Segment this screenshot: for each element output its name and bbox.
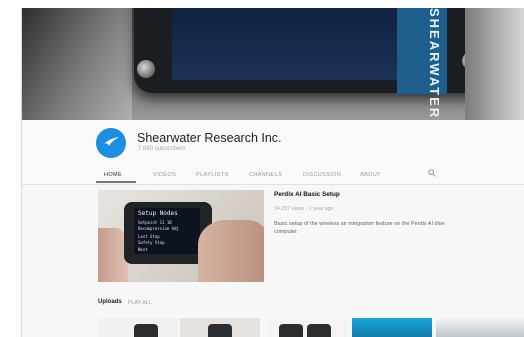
featured-video-description: Basic setup of the wireless air integrat… [274,221,445,235]
banner-screw-left [137,60,155,78]
upload-thumbnail[interactable] [436,318,524,337]
upload-thumbnail-device [134,324,158,337]
channel-banner: SHEARWATER [22,8,524,120]
shearwater-logo-icon [104,137,119,146]
thumbnail-hand-right [198,220,264,282]
tab-channels[interactable]: CHANNELS [249,172,282,178]
uploads-title[interactable]: Uploads [98,299,122,305]
featured-video-meta: 24,297 views · 1 year ago [274,206,334,212]
tab-home[interactable]: HOME [104,172,122,178]
tab-active-indicator [96,181,136,183]
tab-videos[interactable]: VIDEOS [153,172,176,178]
tab-discussion[interactable]: DISCUSSION [303,172,341,178]
banner-background-right [465,8,524,120]
upload-thumbnail-device [208,324,232,337]
upload-thumbnail-device [279,324,303,337]
channel-name[interactable]: Shearwater Research Inc. [137,131,282,145]
search-icon[interactable] [428,169,436,177]
upload-thumbnail[interactable] [98,318,178,337]
play-all-button[interactable]: PLAY ALL [128,300,152,306]
featured-video-title[interactable]: Perdix AI Basic Setup [274,191,340,198]
upload-thumbnail-device [307,324,331,337]
thumbnail-screen-line: Setup Nodes [138,210,178,217]
subscriber-count: 7,680 subscribers [138,146,186,152]
tab-playlists[interactable]: PLAYLISTS [196,172,229,178]
upload-thumbnail[interactable] [352,318,432,337]
thumbnail-screen-line: Decompression Adj [138,226,179,231]
thumbnail-screen-line: Last Stop [138,234,160,239]
upload-thumbnail[interactable] [180,318,260,337]
youtube-channel-page: SHEARWATER Shearwater Research Inc. 7,68… [21,8,524,337]
banner-brand-text: SHEARWATER [427,8,442,120]
tab-about[interactable]: ABOUT [360,172,381,178]
tabs-divider [22,184,524,185]
banner-arm [22,8,132,120]
avatar[interactable] [96,128,126,158]
thumbnail-screen-line: Safety Stop [138,240,165,245]
featured-video-thumbnail[interactable]: Setup Nodes Setpoint 11 1B Decompression… [98,190,264,282]
upload-thumbnail[interactable] [267,318,347,337]
banner-device-screen [172,8,397,80]
thumbnail-screen-line: Setpoint 11 1B [138,220,172,225]
thumbnail-screen-line: Next [138,247,148,252]
